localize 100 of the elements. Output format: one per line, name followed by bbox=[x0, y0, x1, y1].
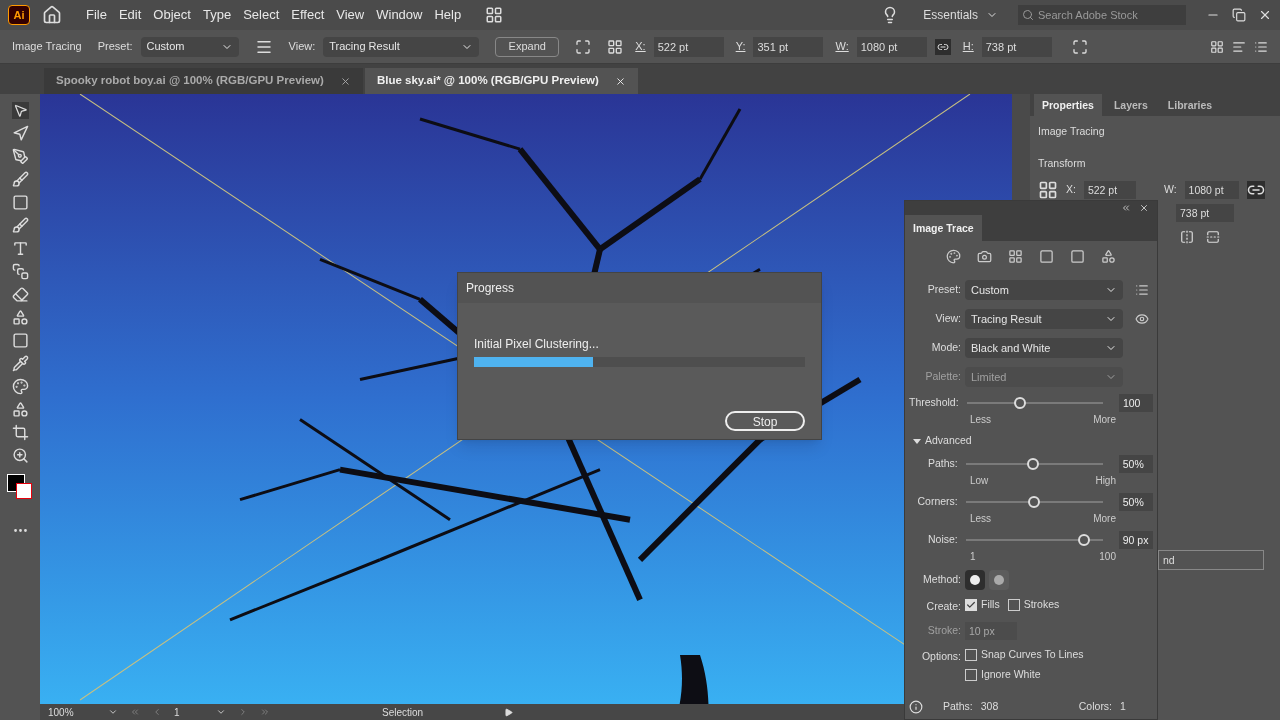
expand-button[interactable]: Expand bbox=[495, 36, 560, 57]
menu-item[interactable]: Edit bbox=[118, 5, 142, 25]
flip-vertical-icon[interactable] bbox=[1206, 229, 1220, 244]
paths-count: 308 bbox=[980, 699, 1000, 715]
text-field[interactable]: nd bbox=[1158, 550, 1264, 570]
restore-icon[interactable] bbox=[1232, 8, 1246, 22]
checkbox[interactable] bbox=[1007, 599, 1020, 611]
slider-track[interactable] bbox=[965, 458, 1103, 470]
tool-icon[interactable] bbox=[11, 355, 29, 372]
slider-thumb[interactable] bbox=[1013, 397, 1026, 409]
slider-label: Noise: bbox=[927, 532, 958, 548]
panel-tab[interactable]: Libraries bbox=[1159, 94, 1221, 116]
slider-track[interactable] bbox=[966, 397, 1103, 409]
menu-icon[interactable] bbox=[1254, 39, 1268, 54]
checkbox-label: Snap Curves To Lines bbox=[981, 647, 1084, 663]
checkbox[interactable] bbox=[965, 599, 977, 611]
reference-point-icon[interactable] bbox=[1038, 179, 1058, 200]
eye-icon[interactable] bbox=[1135, 312, 1149, 326]
checkbox[interactable] bbox=[965, 649, 977, 661]
coordinate-field[interactable]: 522 pt bbox=[653, 36, 724, 57]
slider-track[interactable] bbox=[965, 496, 1103, 508]
caret-icon[interactable] bbox=[108, 707, 118, 717]
close-icon[interactable] bbox=[339, 75, 351, 87]
layout-icon[interactable] bbox=[485, 6, 504, 24]
x-field[interactable]: 522 pt bbox=[1083, 180, 1136, 199]
checkbox[interactable] bbox=[965, 669, 977, 681]
fill-stroke-swatch[interactable] bbox=[7, 474, 33, 500]
tool-icon[interactable] bbox=[11, 194, 29, 211]
search-field[interactable]: Search Adobe Stock bbox=[1018, 5, 1186, 25]
document-tab[interactable]: Spooky robot boy.ai @ 100% (RGB/GPU Preview) bbox=[44, 68, 363, 94]
document-tab[interactable]: Blue sky.ai* @ 100% (RGB/GPU Preview) bbox=[364, 68, 638, 94]
tool-icon[interactable] bbox=[11, 148, 29, 165]
menu-item[interactable]: Select bbox=[243, 5, 280, 25]
home-icon[interactable] bbox=[42, 5, 62, 25]
tool-icon[interactable] bbox=[11, 447, 29, 464]
menu-item[interactable]: Type bbox=[202, 5, 232, 25]
tool-icon[interactable] bbox=[11, 263, 29, 280]
slider-thumb[interactable] bbox=[1077, 534, 1090, 546]
menu-item[interactable]: View bbox=[336, 5, 365, 25]
menu-item[interactable]: Window bbox=[376, 5, 423, 25]
dropdown[interactable]: Custom bbox=[965, 280, 1123, 300]
play-icon[interactable] bbox=[504, 707, 513, 717]
menu-item[interactable]: Object bbox=[153, 5, 191, 25]
outline-icon[interactable] bbox=[1101, 249, 1116, 264]
artboard-field[interactable]: 1 bbox=[174, 704, 204, 720]
value-field[interactable]: 90 px bbox=[1118, 531, 1153, 549]
collapse-icon[interactable] bbox=[1121, 203, 1131, 213]
menu-icon[interactable] bbox=[1135, 283, 1149, 297]
stop-button[interactable]: Stop bbox=[725, 411, 805, 431]
tool-icon[interactable] bbox=[11, 125, 29, 142]
coordinate-field[interactable]: 351 pt bbox=[753, 36, 824, 57]
link-icon[interactable] bbox=[1246, 180, 1265, 199]
h-field[interactable]: 738 pt bbox=[1176, 203, 1234, 222]
value-field[interactable]: 50% bbox=[1118, 493, 1153, 511]
slider-min-label: 1 bbox=[970, 550, 976, 564]
zoom-field[interactable]: 100% bbox=[48, 704, 96, 720]
dropdown[interactable]: Black and White bbox=[965, 338, 1123, 358]
close-icon[interactable] bbox=[1139, 203, 1149, 213]
section-toggle[interactable]: Advanced bbox=[909, 430, 1153, 452]
dropdown[interactable]: Tracing Result bbox=[965, 309, 1123, 329]
coordinate-field[interactable]: 738 pt bbox=[981, 36, 1052, 57]
value-field[interactable]: 50% bbox=[1118, 455, 1153, 473]
value-field[interactable]: 100 bbox=[1118, 394, 1153, 412]
camera-icon[interactable] bbox=[977, 249, 992, 264]
info-icon[interactable] bbox=[909, 700, 923, 715]
tool-icon[interactable] bbox=[11, 378, 29, 395]
selection-type-label: Image Tracing bbox=[12, 39, 82, 55]
tool-icon[interactable] bbox=[11, 286, 29, 303]
tool-icon[interactable] bbox=[11, 102, 29, 119]
workspace-switcher[interactable]: Essentials bbox=[923, 6, 998, 24]
tool-icon[interactable] bbox=[11, 424, 29, 441]
panel-tab[interactable]: Layers bbox=[1105, 94, 1156, 116]
close-icon[interactable] bbox=[1258, 8, 1272, 22]
slider-thumb[interactable] bbox=[1028, 496, 1041, 508]
slider-thumb[interactable] bbox=[1026, 458, 1039, 470]
coordinate-field[interactable]: 1080 pt bbox=[856, 36, 927, 57]
tool-icon[interactable] bbox=[11, 401, 29, 418]
menu-item[interactable]: File bbox=[86, 5, 107, 25]
tool-icon[interactable] bbox=[11, 240, 29, 257]
tool-icon[interactable] bbox=[11, 217, 29, 234]
w-field[interactable]: 1080 pt bbox=[1184, 180, 1239, 199]
flip-horizontal-icon[interactable] bbox=[1180, 229, 1194, 244]
menu-item[interactable]: Effect bbox=[291, 5, 325, 25]
slider-track[interactable] bbox=[965, 534, 1103, 546]
menu-item[interactable]: Help bbox=[434, 5, 462, 25]
tool-icon[interactable] bbox=[11, 332, 29, 349]
transform-icon[interactable] bbox=[575, 38, 592, 55]
caret-icon[interactable] bbox=[216, 707, 226, 717]
tool-icon[interactable] bbox=[11, 171, 29, 188]
reference-point-icon[interactable] bbox=[607, 38, 624, 55]
align-left-icon[interactable] bbox=[1232, 39, 1246, 54]
panel-tab[interactable]: Image Trace bbox=[905, 215, 982, 241]
view-dropdown[interactable]: Tracing Result bbox=[323, 36, 480, 57]
tool-icon[interactable] bbox=[11, 309, 29, 326]
auto-color-icon[interactable] bbox=[946, 249, 961, 264]
close-icon[interactable] bbox=[614, 75, 626, 87]
link-icon[interactable] bbox=[934, 38, 951, 55]
preset-dropdown[interactable]: Custom bbox=[140, 36, 239, 57]
method-button[interactable] bbox=[965, 570, 985, 590]
panel-tab[interactable]: Properties bbox=[1034, 94, 1102, 116]
